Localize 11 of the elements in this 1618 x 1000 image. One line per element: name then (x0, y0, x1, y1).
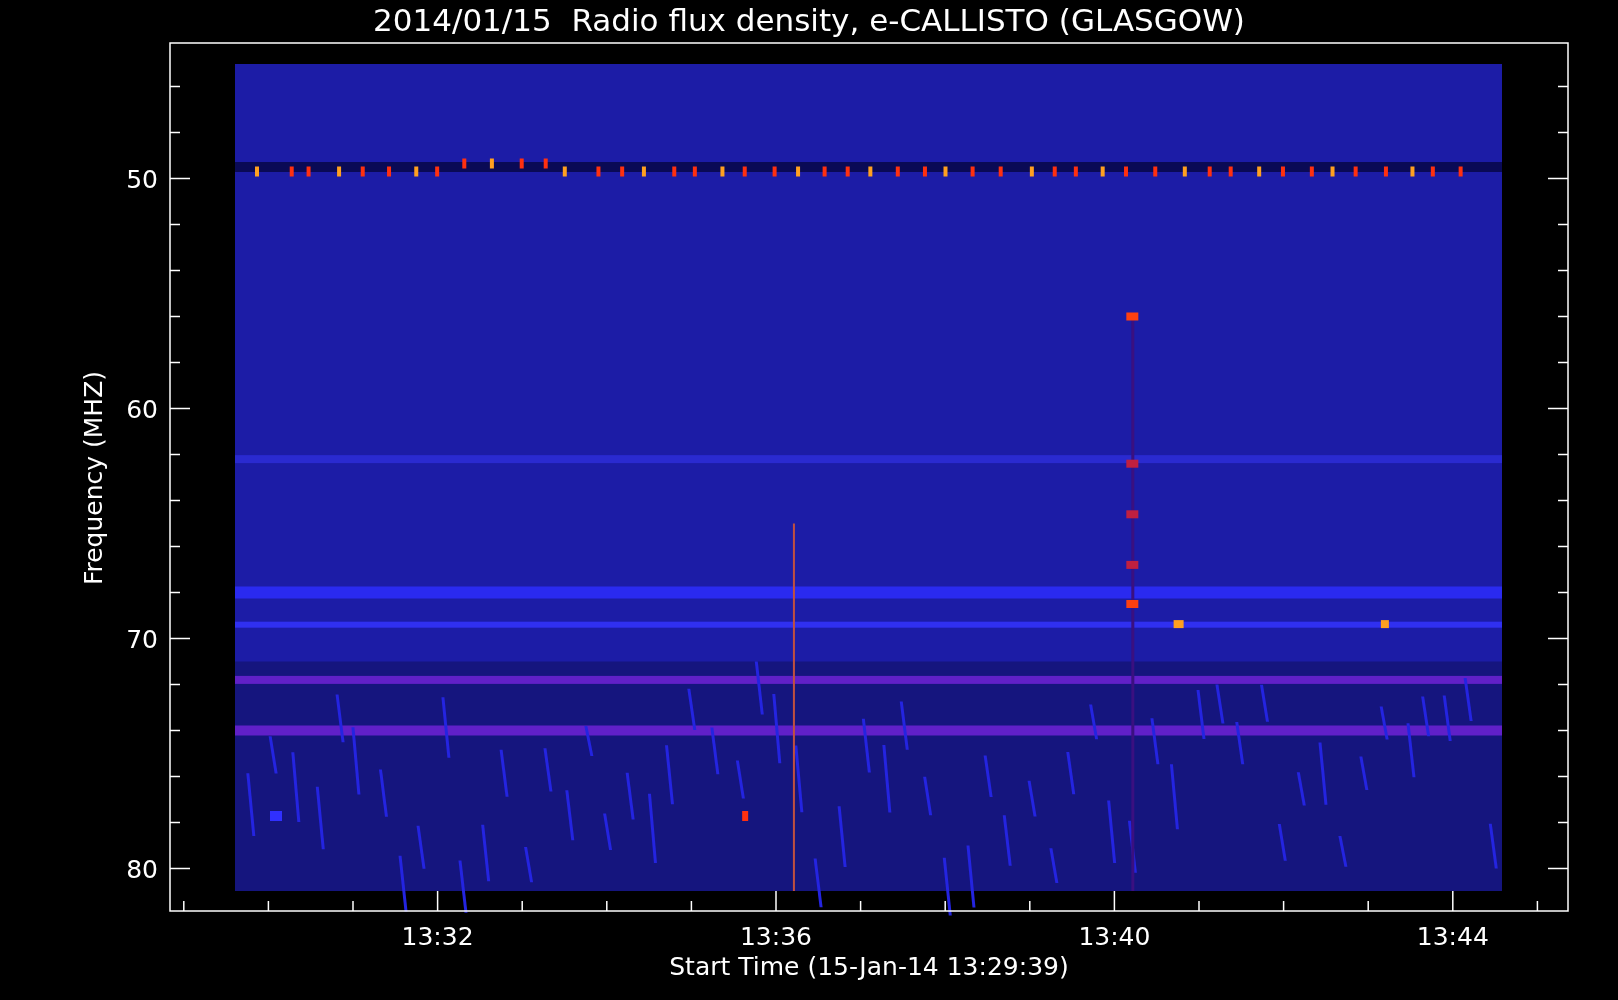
x-tick-label: 13:44 (1416, 922, 1489, 951)
x-tick-label: 13:32 (401, 922, 474, 951)
chart-title: 2014/01/15 Radio flux density, e-CALLISTO (GLASGOW) (373, 2, 1245, 38)
x-tick-label: 13:36 (740, 922, 812, 951)
x-axis-label: Start Time (15-Jan-14 13:29:39) (669, 952, 1069, 981)
y-tick-label: 50 (126, 164, 158, 194)
x-tick-label: 13:40 (1078, 922, 1151, 951)
y-tick-label: 80 (126, 854, 158, 884)
y-tick-label: 60 (126, 394, 158, 424)
y-axis-label: Frequency (MHZ) (79, 370, 108, 586)
y-tick-label: 70 (126, 624, 158, 654)
